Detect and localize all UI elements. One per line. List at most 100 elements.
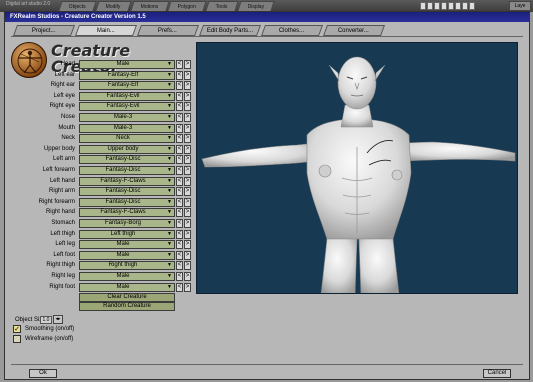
previous-button[interactable]: < xyxy=(176,102,183,112)
next-button[interactable]: > xyxy=(184,70,191,80)
next-button[interactable]: > xyxy=(184,261,191,271)
random-creature-button[interactable]: Random Creature xyxy=(79,302,175,311)
chevron-down-icon: ▼ xyxy=(167,71,172,78)
previous-button[interactable]: < xyxy=(176,166,183,175)
tab-prefs[interactable]: Prefs... xyxy=(136,25,200,36)
object-size-field[interactable]: 1.0 xyxy=(40,316,52,324)
host-swatch[interactable] xyxy=(448,2,454,10)
body-part-dropdown[interactable]: Fantasy-Borg ▼ xyxy=(79,219,175,228)
previous-button[interactable]: < xyxy=(176,91,183,101)
ok-button[interactable]: Ok xyxy=(29,369,57,378)
body-part-dropdown[interactable]: Male-3 ▼ xyxy=(79,123,175,133)
host-tab-display[interactable]: Display xyxy=(237,1,275,11)
body-part-dropdown[interactable]: Fantasy-Elf ▼ xyxy=(79,70,175,80)
tab-converter[interactable]: Converter... xyxy=(322,25,386,36)
previous-button[interactable]: < xyxy=(176,261,183,271)
next-button[interactable]: > xyxy=(184,240,191,250)
host-swatch[interactable] xyxy=(420,2,426,10)
next-button[interactable]: > xyxy=(184,60,191,69)
previous-button[interactable]: < xyxy=(176,272,183,281)
smoothing-checkbox[interactable]: ✓ xyxy=(13,325,21,333)
next-button[interactable]: > xyxy=(184,197,191,207)
tab-main[interactable]: Main... xyxy=(74,25,138,36)
body-part-dropdown[interactable]: Fantasy-Elf ▼ xyxy=(79,81,175,91)
previous-button[interactable]: < xyxy=(176,60,183,69)
next-button[interactable]: > xyxy=(184,102,191,112)
host-tab-motions[interactable]: Motions xyxy=(130,1,169,11)
previous-button[interactable]: < xyxy=(176,197,183,207)
previous-button[interactable]: < xyxy=(176,176,183,186)
body-part-dropdown[interactable]: Fantasy-Evil ▼ xyxy=(79,91,175,101)
next-button[interactable]: > xyxy=(184,219,191,228)
body-part-dropdown[interactable]: Left thigh ▼ xyxy=(79,229,175,239)
clear-creature-button[interactable]: Clear Creature xyxy=(79,293,175,302)
host-swatch[interactable] xyxy=(427,2,433,10)
previous-button[interactable]: < xyxy=(176,123,183,133)
next-button[interactable]: > xyxy=(184,229,191,239)
body-part-row: Right forearm Fantasy-Disc ▼ < > xyxy=(11,197,197,207)
host-swatch[interactable] xyxy=(441,2,447,10)
body-part-dropdown[interactable]: Neck ▼ xyxy=(79,134,175,144)
tab-project[interactable]: Project... xyxy=(12,25,76,36)
body-part-dropdown[interactable]: Fantasy-F-Claws ▼ xyxy=(79,208,175,218)
next-button[interactable]: > xyxy=(184,155,191,165)
body-part-dropdown[interactable]: Fantasy-Disc ▼ xyxy=(79,155,175,165)
previous-button[interactable]: < xyxy=(176,70,183,80)
next-button[interactable]: > xyxy=(184,81,191,91)
host-swatch[interactable] xyxy=(455,2,461,10)
object-size-spinner[interactable]: ◂▸ xyxy=(53,315,63,324)
body-part-dropdown[interactable]: Male ▼ xyxy=(79,272,175,281)
next-button[interactable]: > xyxy=(184,113,191,122)
tab-edit-body-parts[interactable]: Edit Body Parts... xyxy=(198,25,262,36)
cancel-button[interactable]: Cancel xyxy=(483,369,511,378)
previous-button[interactable]: < xyxy=(176,187,183,197)
body-part-dropdown[interactable]: Right thigh ▼ xyxy=(79,261,175,271)
host-swatch[interactable] xyxy=(462,2,468,10)
previous-button[interactable]: < xyxy=(176,282,183,292)
tab-bar: Project... Main... Prefs... Edit Body Pa… xyxy=(12,25,387,36)
host-tab-modify[interactable]: Modify xyxy=(95,1,132,11)
host-layer-button[interactable]: Laye xyxy=(509,1,531,11)
next-button[interactable]: > xyxy=(184,208,191,218)
body-part-dropdown[interactable]: Fantasy-Evil ▼ xyxy=(79,102,175,112)
previous-button[interactable]: < xyxy=(176,208,183,218)
body-part-dropdown[interactable]: Upper body ▼ xyxy=(79,144,175,154)
body-part-dropdown[interactable]: Fantasy-Disc ▼ xyxy=(79,187,175,197)
host-swatch[interactable] xyxy=(469,2,475,10)
body-part-dropdown[interactable]: Male ▼ xyxy=(79,60,175,69)
body-part-label: Right foot xyxy=(49,283,75,290)
body-part-dropdown[interactable]: Male ▼ xyxy=(79,250,175,260)
next-button[interactable]: > xyxy=(184,91,191,101)
next-button[interactable]: > xyxy=(184,176,191,186)
body-part-dropdown[interactable]: Fantasy-F-Claws ▼ xyxy=(79,176,175,186)
previous-button[interactable]: < xyxy=(176,219,183,228)
next-button[interactable]: > xyxy=(184,272,191,281)
body-part-dropdown[interactable]: Fantasy-Disc ▼ xyxy=(79,166,175,175)
tab-clothes[interactable]: Clothes... xyxy=(260,25,324,36)
previous-button[interactable]: < xyxy=(176,134,183,144)
previous-button[interactable]: < xyxy=(176,155,183,165)
body-part-dropdown[interactable]: Male ▼ xyxy=(79,282,175,292)
next-button[interactable]: > xyxy=(184,134,191,144)
body-part-dropdown[interactable]: Fantasy-Disc ▼ xyxy=(79,197,175,207)
next-button[interactable]: > xyxy=(184,187,191,197)
wireframe-checkbox[interactable] xyxy=(13,335,21,343)
host-tab-objects[interactable]: Objects xyxy=(58,1,97,11)
body-part-dropdown[interactable]: Male-3 ▼ xyxy=(79,113,175,122)
host-swatch[interactable] xyxy=(434,2,440,10)
previous-button[interactable]: < xyxy=(176,113,183,122)
previous-button[interactable]: < xyxy=(176,229,183,239)
next-button[interactable]: > xyxy=(184,166,191,175)
previous-button[interactable]: < xyxy=(176,144,183,154)
previous-button[interactable]: < xyxy=(176,81,183,91)
next-button[interactable]: > xyxy=(184,123,191,133)
host-tab-tools[interactable]: Tools xyxy=(205,1,239,11)
creature-3d-viewport[interactable] xyxy=(196,42,518,294)
body-part-dropdown[interactable]: Male ▼ xyxy=(79,240,175,250)
next-button[interactable]: > xyxy=(184,144,191,154)
previous-button[interactable]: < xyxy=(176,240,183,250)
next-button[interactable]: > xyxy=(184,282,191,292)
host-tab-polygon[interactable]: Polygon xyxy=(167,1,207,11)
next-button[interactable]: > xyxy=(184,250,191,260)
previous-button[interactable]: < xyxy=(176,250,183,260)
